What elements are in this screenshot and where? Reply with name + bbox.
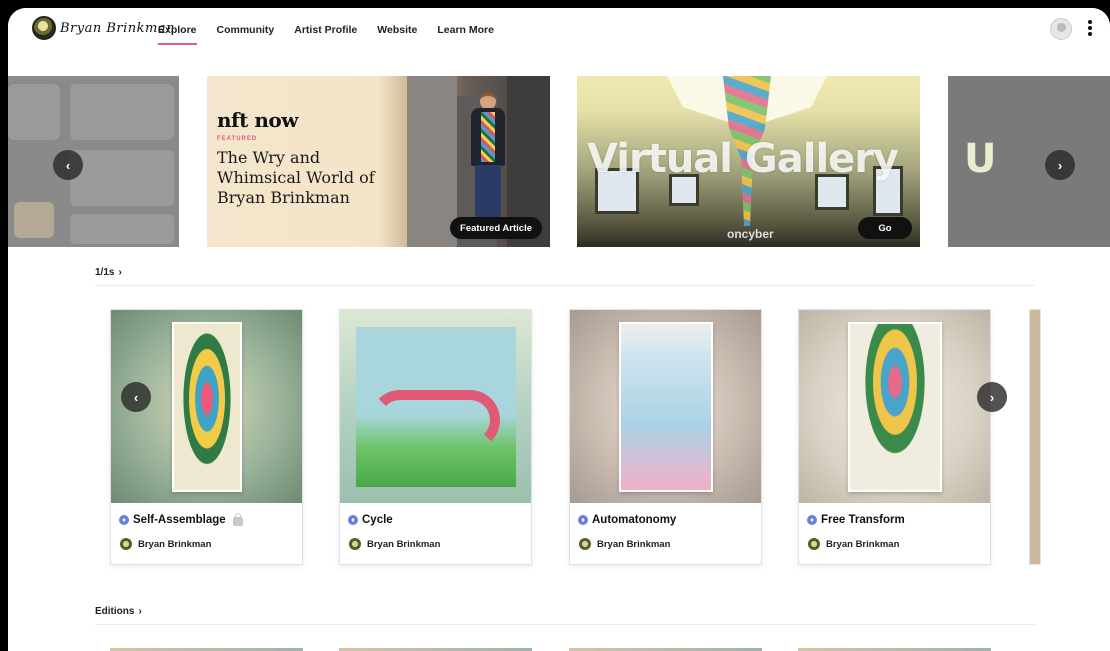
nav-artist-profile[interactable]: Artist Profile (294, 24, 357, 45)
chevron-right-icon: › (138, 606, 142, 617)
artist-avatar (349, 538, 361, 550)
section-header-editions[interactable]: Editions › (95, 606, 142, 617)
nft-card[interactable]: ♦ Automatonomy Bryan Brinkman (569, 309, 762, 565)
card-artist[interactable]: Bryan Brinkman (120, 538, 211, 550)
banner-featured-article[interactable]: nft now FEATURED The Wry and Whimsical W… (207, 76, 550, 247)
card-title: ♦ Free Transform (807, 514, 905, 526)
card-title: ♦ Automatonomy (578, 514, 676, 526)
card-title: ♦ Self-Assemblage (119, 512, 243, 526)
gallery-title: Virtual Gallery (587, 136, 899, 182)
app-window: Bryan Brinkman Explore Community Artist … (8, 8, 1110, 651)
cards-next-button[interactable]: › (977, 382, 1007, 412)
nav-explore[interactable]: Explore (158, 24, 197, 45)
featured-article-button[interactable]: Featured Article (450, 217, 542, 239)
chevron-right-icon: › (1057, 157, 1063, 173)
chevron-left-icon: ‹ (65, 157, 71, 173)
brand-logo[interactable]: Bryan Brinkman (32, 16, 175, 40)
nav-learn-more[interactable]: Learn More (437, 24, 494, 45)
section-header-ones[interactable]: 1/1s › (95, 267, 122, 278)
card-artist[interactable]: Bryan Brinkman (349, 538, 440, 550)
banner-next-slide[interactable]: U (948, 76, 1110, 247)
ethereum-icon: ♦ (578, 515, 588, 525)
carousel-next-button[interactable]: › (1045, 150, 1075, 180)
artist-avatar (579, 538, 591, 550)
cards-prev-button[interactable]: ‹ (121, 382, 151, 412)
artist-avatar (120, 538, 132, 550)
carousel-prev-button[interactable]: ‹ (53, 150, 83, 180)
card-artwork (799, 310, 990, 503)
section-divider (95, 285, 1035, 286)
nav-community[interactable]: Community (217, 24, 275, 45)
top-navigation: Bryan Brinkman Explore Community Artist … (8, 8, 1110, 70)
logo-face-icon (32, 16, 56, 40)
nft-now-logo: nft now (217, 108, 298, 132)
card-artist[interactable]: Bryan Brinkman (579, 538, 670, 550)
banner-virtual-gallery[interactable]: Virtual Gallery oncyber Go (577, 76, 920, 247)
go-button[interactable]: Go (858, 217, 912, 239)
nft-card[interactable]: ♦ Free Transform Bryan Brinkman (798, 309, 991, 565)
next-slide-title: U (964, 136, 997, 182)
oncyber-logo: oncyber (727, 227, 774, 241)
lock-icon (232, 512, 243, 526)
ethereum-icon: ♦ (807, 515, 817, 525)
card-artist[interactable]: Bryan Brinkman (808, 538, 899, 550)
card-title: ♦ Cycle (348, 514, 393, 526)
more-options-icon[interactable] (1086, 20, 1094, 36)
chevron-right-icon: › (989, 389, 995, 405)
card-artwork (340, 310, 531, 503)
artist-avatar (808, 538, 820, 550)
banner-previous-slide[interactable] (8, 76, 179, 247)
featured-carousel: nft now FEATURED The Wry and Whimsical W… (8, 76, 1110, 247)
nft-card[interactable]: ♦ Self-Assemblage Bryan Brinkman (110, 309, 303, 565)
nft-card-partial[interactable] (1029, 309, 1041, 565)
card-artwork (570, 310, 761, 503)
main-nav: Explore Community Artist Profile Website… (158, 24, 494, 45)
ethereum-icon: ♦ (348, 515, 358, 525)
article-title: The Wry and Whimsical World of Bryan Bri… (217, 148, 375, 207)
nft-card[interactable]: ♦ Cycle Bryan Brinkman (339, 309, 532, 565)
user-avatar-button[interactable] (1050, 18, 1072, 40)
section-divider (95, 624, 1035, 625)
nav-website[interactable]: Website (377, 24, 417, 45)
chevron-left-icon: ‹ (133, 389, 139, 405)
chevron-right-icon: › (118, 267, 122, 278)
artist-photo (469, 92, 507, 227)
ethereum-icon: ♦ (119, 515, 129, 525)
featured-tag: FEATURED (217, 136, 258, 142)
